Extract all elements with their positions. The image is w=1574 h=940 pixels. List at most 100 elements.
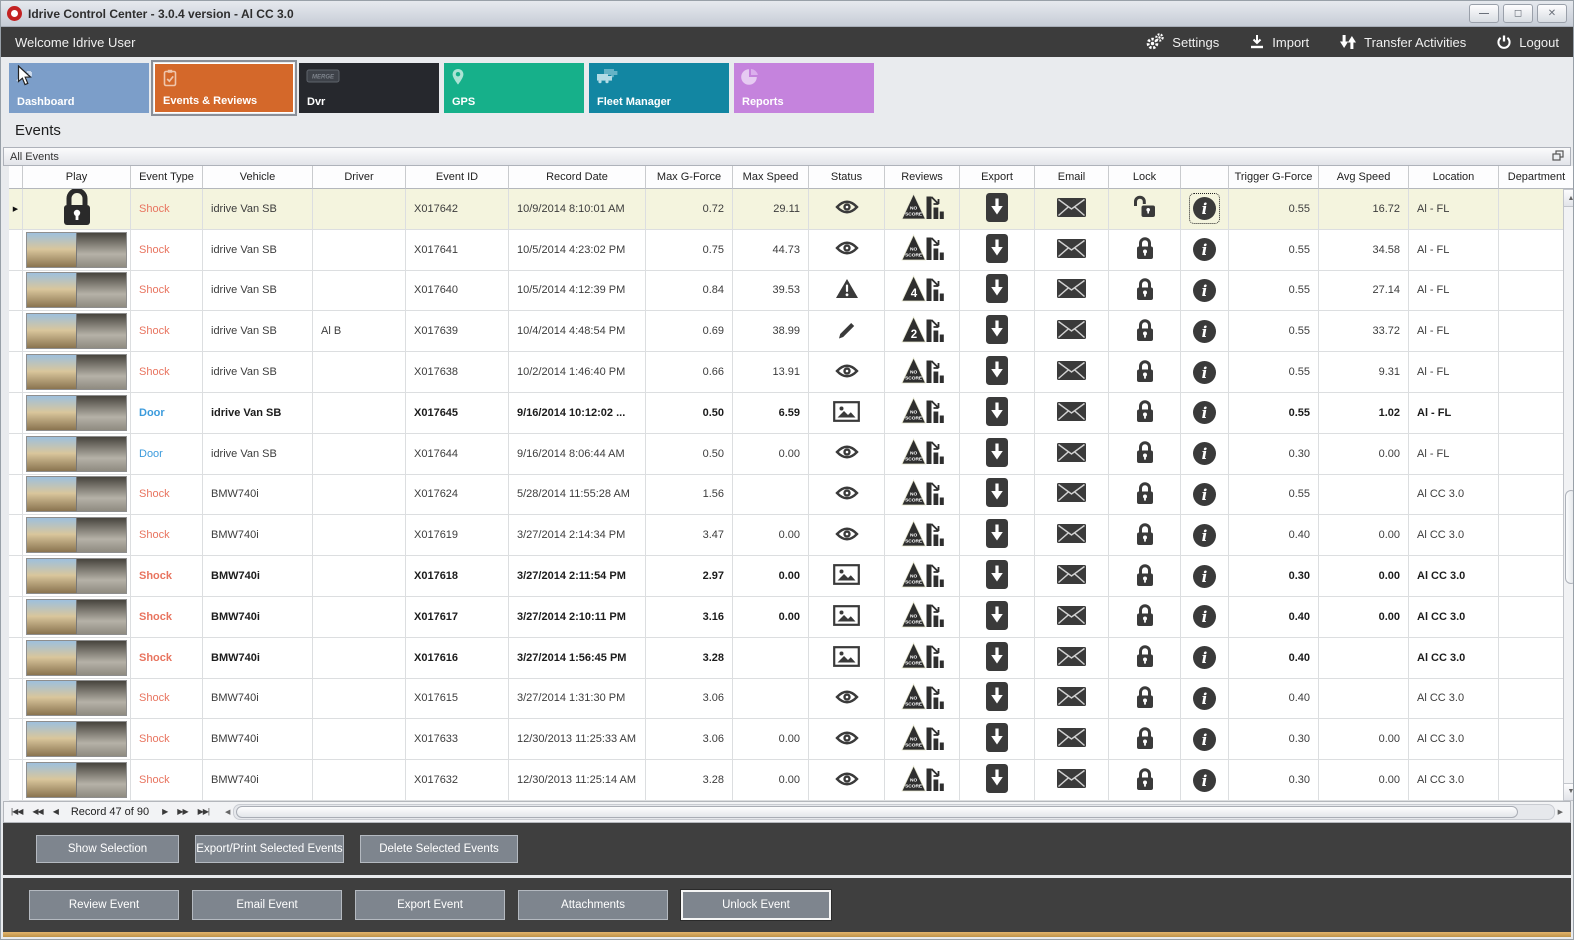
cell-export[interactable] <box>960 352 1035 393</box>
cell-info[interactable]: i <box>1181 719 1229 761</box>
cell-lock[interactable] <box>1109 433 1181 475</box>
cell-play[interactable] <box>23 392 131 434</box>
cell-info[interactable]: i <box>1181 596 1229 638</box>
table-row[interactable]: Shock BMW740i X017617 3/27/2014 2:10:11 PM 3… <box>9 596 1573 638</box>
cell-lock[interactable] <box>1109 719 1181 761</box>
col-header-reviews[interactable]: Reviews <box>885 166 960 189</box>
cell-play[interactable] <box>23 311 131 353</box>
cell-info[interactable]: i <box>1181 229 1229 271</box>
col-header-record_date[interactable]: Record Date <box>509 166 646 189</box>
event-video-thumbnail[interactable] <box>26 598 127 635</box>
cell-email[interactable] <box>1035 596 1109 638</box>
row-selector-cell[interactable] <box>9 637 23 679</box>
cell-info[interactable]: i <box>1181 474 1229 516</box>
cell-status[interactable] <box>809 392 885 434</box>
scroll-left-button[interactable]: ◀ <box>222 808 233 816</box>
scroll-up-button[interactable]: ▲ <box>1564 190 1573 207</box>
col-header-event_id[interactable]: Event ID <box>406 166 509 189</box>
scroll-right-button[interactable]: ▶ <box>1555 808 1566 816</box>
cell-reviews[interactable]: NO SCORE <box>885 678 960 720</box>
fast-prev-button[interactable]: ◀◀ <box>29 807 45 816</box>
cell-play[interactable] <box>23 229 131 271</box>
cell-status[interactable] <box>809 637 885 679</box>
cell-status[interactable] <box>809 678 885 720</box>
col-header-max_speed[interactable]: Max Speed <box>733 166 809 189</box>
horizontal-scroll-thumb[interactable] <box>236 805 1519 818</box>
cell-reviews[interactable]: NO SCORE <box>885 719 960 761</box>
cell-lock[interactable] <box>1109 229 1181 271</box>
horizontal-scrollbar[interactable]: ◀ ▶ <box>222 803 1566 820</box>
unlock-event-button[interactable]: Unlock Event <box>681 889 831 920</box>
cell-lock[interactable] <box>1109 392 1181 434</box>
cascade-windows-icon[interactable] <box>1552 149 1564 164</box>
settings-button[interactable]: Settings <box>1145 33 1219 51</box>
event-video-thumbnail[interactable] <box>26 272 127 309</box>
cell-email[interactable] <box>1035 760 1109 801</box>
cell-email[interactable] <box>1035 719 1109 761</box>
cell-export[interactable] <box>960 474 1035 516</box>
cell-email[interactable] <box>1035 270 1109 312</box>
cell-status[interactable] <box>809 189 885 230</box>
cell-reviews[interactable]: NO SCORE <box>885 229 960 271</box>
cell-play[interactable] <box>23 352 131 393</box>
event-video-thumbnail[interactable] <box>26 231 127 268</box>
table-row[interactable]: Shock BMW740i X017615 3/27/2014 1:31:30 PM 3… <box>9 678 1573 720</box>
cell-export[interactable] <box>960 229 1035 271</box>
cell-email[interactable] <box>1035 392 1109 434</box>
cell-email[interactable] <box>1035 637 1109 679</box>
cell-status[interactable] <box>809 311 885 353</box>
cell-info[interactable]: i <box>1181 433 1229 475</box>
cell-email[interactable] <box>1035 229 1109 271</box>
event-video-thumbnail[interactable] <box>26 680 127 717</box>
cell-reviews[interactable]: NO SCORE <box>885 760 960 801</box>
cell-reviews[interactable]: 4 <box>885 270 960 312</box>
cell-export[interactable] <box>960 311 1035 353</box>
cell-reviews[interactable]: NO SCORE <box>885 433 960 475</box>
event-video-thumbnail[interactable] <box>26 762 127 799</box>
tab-gps[interactable]: GPS <box>444 63 584 113</box>
row-selector-cell[interactable] <box>9 311 23 353</box>
cell-lock[interactable] <box>1109 596 1181 638</box>
row-selector-cell[interactable] <box>9 352 23 393</box>
cell-email[interactable] <box>1035 474 1109 516</box>
cell-status[interactable] <box>809 556 885 597</box>
cell-info[interactable]: i <box>1181 352 1229 393</box>
cell-email[interactable] <box>1035 515 1109 557</box>
cell-reviews[interactable]: NO SCORE <box>885 189 960 230</box>
col-header-vehicle[interactable]: Vehicle <box>203 166 313 189</box>
col-header-email[interactable]: Email <box>1035 166 1109 189</box>
cell-info[interactable]: i <box>1181 678 1229 720</box>
table-row[interactable]: Door idrive Van SB X017645 9/16/2014 10:12:… <box>9 392 1573 434</box>
cell-reviews[interactable]: NO SCORE <box>885 474 960 516</box>
cell-info[interactable]: i <box>1181 392 1229 434</box>
cell-export[interactable] <box>960 596 1035 638</box>
col-header-event_type[interactable]: Event Type <box>131 166 203 189</box>
cell-status[interactable] <box>809 352 885 393</box>
col-header-play[interactable]: Play <box>23 166 131 189</box>
cell-lock[interactable] <box>1109 637 1181 679</box>
cell-export[interactable] <box>960 556 1035 597</box>
table-row[interactable]: Shock BMW740i X017624 5/28/2014 11:55:28 AM… <box>9 474 1573 516</box>
row-selector-cell[interactable] <box>9 596 23 638</box>
attachments-button[interactable]: Attachments <box>518 889 668 920</box>
cell-play[interactable] <box>23 637 131 679</box>
vertical-scroll-thumb[interactable] <box>1565 490 1573 584</box>
cell-info[interactable]: i <box>1181 515 1229 557</box>
cell-status[interactable] <box>809 229 885 271</box>
tab-reports[interactable]: Reports <box>734 63 874 113</box>
cell-status[interactable] <box>809 270 885 312</box>
fast-next-button[interactable]: ▶▶ <box>174 807 190 816</box>
cell-email[interactable] <box>1035 311 1109 353</box>
cell-info[interactable]: i <box>1181 637 1229 679</box>
table-row[interactable]: Shock idrive Van SB Al B X017639 10/4/2014 4… <box>9 311 1573 353</box>
table-row[interactable]: Shock idrive Van SB X017638 10/2/2014 1:46:… <box>9 352 1573 393</box>
cell-status[interactable] <box>809 719 885 761</box>
row-selector-cell[interactable] <box>9 270 23 312</box>
cell-play[interactable] <box>23 474 131 516</box>
col-header-location[interactable]: Location <box>1409 166 1499 189</box>
cell-lock[interactable] <box>1109 189 1181 230</box>
cell-lock[interactable] <box>1109 678 1181 720</box>
row-selector-cell[interactable] <box>9 474 23 516</box>
cell-export[interactable] <box>960 637 1035 679</box>
maximize-button[interactable]: ◻ <box>1503 4 1533 23</box>
